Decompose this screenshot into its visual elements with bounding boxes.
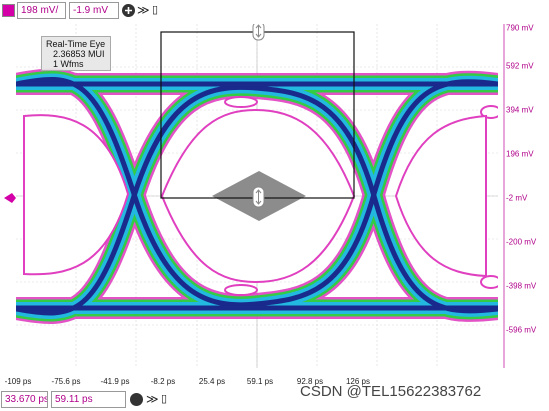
vertical-offset-field[interactable]: -1.9 mV [69, 2, 119, 19]
x-tick: -8.2 ps [150, 377, 176, 386]
info-title: Real-Time Eye [46, 39, 106, 49]
x-tick: 25.4 ps [198, 377, 226, 386]
channel-color-swatch[interactable] [2, 4, 15, 17]
horizontal-position-field[interactable]: 59.11 ps [51, 391, 126, 408]
y-tick: 592 mV [506, 61, 534, 71]
info-mui: 2.36853 MUI [53, 49, 105, 59]
top-toolbar: 198 mV/ -1.9 mV ≫ ▯ [0, 0, 549, 22]
y-tick: 394 mV [506, 105, 534, 115]
y-tick: -398 mV [506, 281, 537, 291]
x-tick: -75.6 ps [51, 377, 81, 386]
add-icon[interactable] [122, 4, 135, 17]
stats-button[interactable]: ▯ [161, 392, 167, 406]
vertical-scale-rail [503, 24, 505, 368]
y-tick: -2 mV [506, 193, 528, 203]
stats-button[interactable]: ▯ [152, 3, 158, 17]
y-tick: -596 mV [506, 325, 537, 335]
y-tick: -200 mV [506, 237, 537, 247]
x-tick: -41.9 ps [100, 377, 130, 386]
y-tick: 196 mV [506, 149, 534, 159]
x-tick: 59.1 ps [246, 377, 274, 386]
cursor-handle-top [252, 24, 265, 41]
vertical-scale-field[interactable]: 198 mV/ [17, 2, 66, 19]
horizontal-position-knob-icon[interactable] [130, 393, 143, 406]
cursor-handle-center [252, 186, 265, 208]
watermark: CSDN @TEL15622383762 [300, 383, 482, 400]
info-waveforms: 1 Wfms [53, 59, 84, 69]
eye-diagram-plot [16, 24, 498, 368]
expand-button[interactable]: ≫ [146, 392, 159, 406]
expand-button[interactable]: ≫ [137, 3, 150, 17]
channel-ground-marker-icon[interactable] [4, 193, 16, 203]
horizontal-scale-field[interactable]: 33.670 ps/ [1, 391, 48, 408]
x-tick: -109 ps [4, 377, 32, 386]
measurement-info-box: Real-Time Eye 2.36853 MUI 1 Wfms [41, 36, 111, 71]
y-tick: 790 mV [506, 23, 534, 33]
